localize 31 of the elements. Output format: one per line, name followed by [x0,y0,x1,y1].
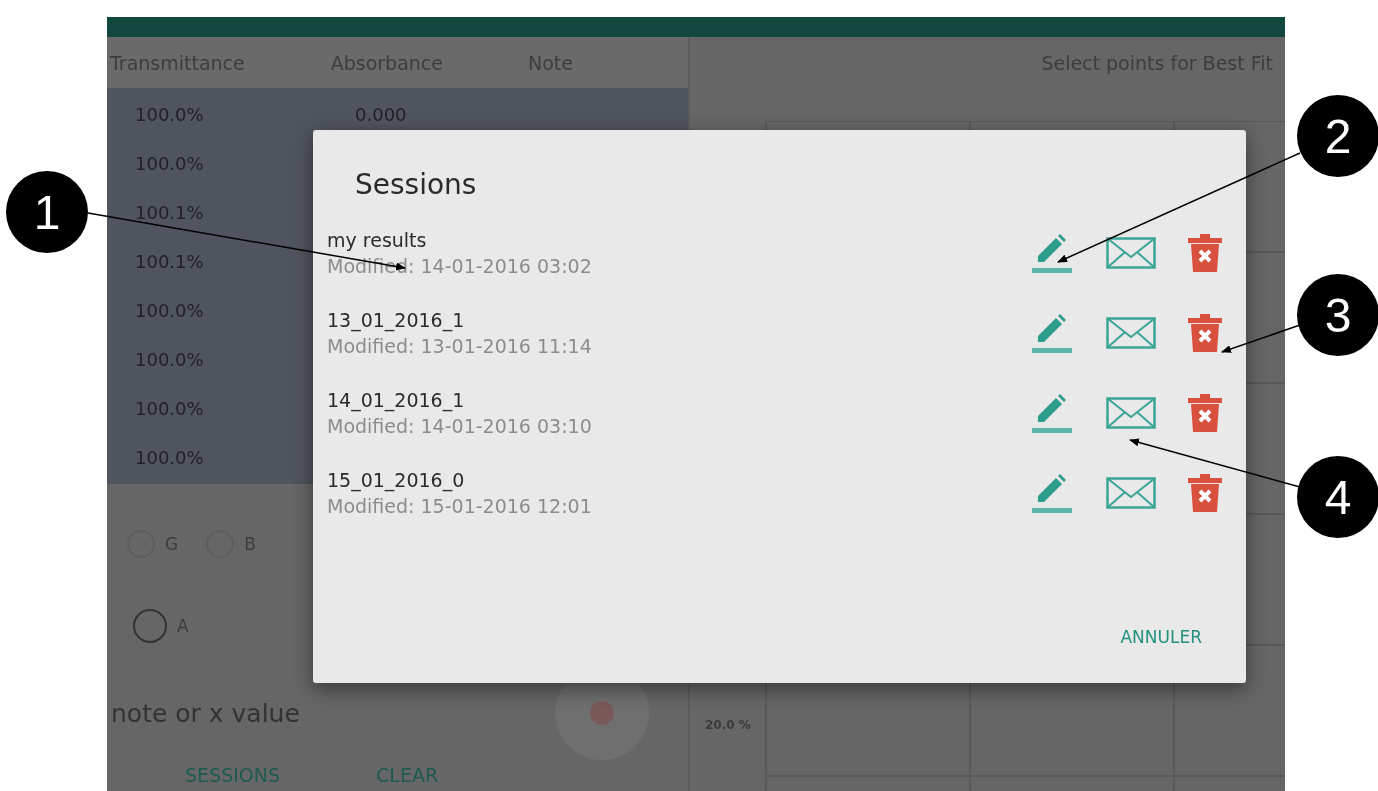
callout-marker: 1 [6,171,88,253]
session-name[interactable]: my results [327,229,427,251]
session-modified-date: Modified: 14-01-2016 03:02 [327,255,593,277]
delete-icon[interactable] [1188,474,1222,512]
dialog-title: Sessions [355,168,478,201]
radio-button[interactable] [133,609,167,643]
delete-icon[interactable] [1188,314,1222,352]
callout-marker: 4 [1297,456,1378,538]
record-dot-icon [590,701,614,725]
session-name[interactable]: 15_01_2016_0 [327,469,465,491]
table-cell: 0.000 [355,104,407,125]
table-cell-text: 100.0% [135,300,205,321]
session-name[interactable]: 13_01_2016_1 [327,309,465,331]
mail-icon[interactable] [1106,237,1156,269]
callout-marker: 3 [1297,274,1378,356]
mail-icon[interactable] [1106,477,1156,509]
edit-icon[interactable] [1030,232,1072,274]
delete-icon[interactable] [1188,234,1222,272]
table-cell-text: 100.1% [135,202,205,223]
table-cell-text: 100.0% [135,104,205,125]
delete-icon[interactable] [1188,394,1222,432]
session-modified-date: Modified: 13-01-2016 11:14 [327,335,593,357]
session-modified-date: Modified: 14-01-2016 03:10 [327,415,593,437]
table-cell-text: 100.0% [135,153,205,174]
session-modified-date: Modified: 15-01-2016 12:01 [327,495,593,517]
table-cell-text: 100.0% [135,447,205,468]
callout-marker: 2 [1297,95,1378,177]
table-cell-text: 100.0% [135,349,205,370]
mail-icon[interactable] [1106,317,1156,349]
mail-icon[interactable] [1106,397,1156,429]
session-name[interactable]: 14_01_2016_1 [327,389,465,411]
